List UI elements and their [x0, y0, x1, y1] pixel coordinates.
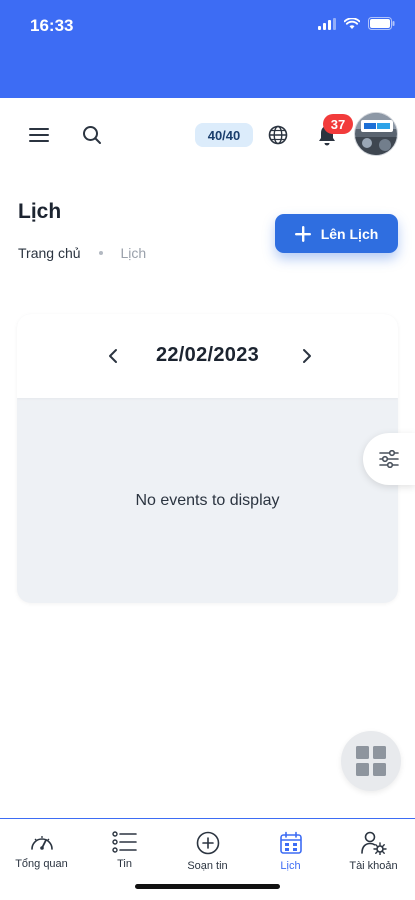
notification-badge: 37 — [323, 114, 353, 134]
nav-item-calendar[interactable]: Lịch — [249, 831, 332, 872]
menu-icon[interactable] — [28, 123, 52, 147]
nav-item-compose[interactable]: Soạn tin — [166, 831, 249, 872]
nav-label-account: Tài khoản — [349, 860, 398, 872]
home-indicator — [135, 884, 280, 889]
quota-badge[interactable]: 40/40 — [195, 123, 253, 147]
nav-item-overview[interactable]: Tổng quan — [0, 831, 83, 870]
chevron-right-icon[interactable] — [295, 342, 319, 370]
signal-icon — [318, 17, 336, 30]
nav-label-calendar: Lịch — [280, 860, 301, 872]
apps-button[interactable] — [341, 731, 401, 791]
page-title: Lịch — [18, 200, 62, 223]
nav-label-overview: Tổng quan — [15, 858, 68, 870]
battery-icon — [368, 17, 395, 30]
breadcrumb: Trang chủ Lịch — [18, 245, 146, 261]
status-time: 16:33 — [30, 16, 74, 35]
breadcrumb-current: Lịch — [120, 245, 147, 261]
nav-item-account[interactable]: Tài khoản — [332, 831, 415, 872]
calendar-card: 22/02/2023 No events to display — [17, 314, 398, 603]
wifi-icon — [344, 17, 360, 29]
schedule-button[interactable]: Lên Lịch — [275, 214, 398, 253]
empty-events-message: No events to display — [135, 492, 280, 509]
status-bar: 16:33 — [0, 0, 415, 98]
avatar[interactable] — [354, 112, 398, 156]
plus-circle-icon — [196, 831, 219, 855]
dashboard-icon — [30, 836, 53, 850]
schedule-button-label: Lên Lịch — [320, 225, 379, 242]
calendar-header: 22/02/2023 — [17, 314, 398, 398]
sliders-icon — [379, 450, 399, 468]
list-icon — [111, 831, 137, 853]
calendar-date[interactable]: 22/02/2023 — [17, 344, 398, 367]
filter-button[interactable] — [363, 433, 415, 485]
nav-label-posts: Tin — [117, 858, 132, 870]
breadcrumb-separator — [98, 251, 103, 255]
account-icon — [360, 831, 387, 855]
globe-icon[interactable] — [266, 123, 290, 147]
plus-icon — [294, 225, 311, 242]
search-icon[interactable] — [80, 123, 104, 147]
breadcrumb-home-link[interactable]: Trang chủ — [18, 245, 81, 261]
nav-label-compose: Soạn tin — [187, 860, 228, 872]
calendar-icon — [279, 831, 302, 854]
top-app-bar: 40/40 37 — [0, 98, 415, 172]
grid-icon — [356, 746, 386, 776]
status-icons — [318, 17, 395, 30]
nav-item-posts[interactable]: Tin — [83, 831, 166, 870]
